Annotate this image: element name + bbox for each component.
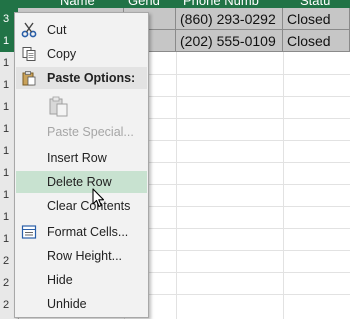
cell-phone[interactable]: (202) 555-0109 <box>176 30 283 52</box>
cell-phone[interactable]: (860) 293-0292 <box>176 8 283 30</box>
menu-item-label: Format Cells... <box>47 225 129 239</box>
menu-item-row-height[interactable]: Row Height... <box>16 245 147 267</box>
menu-item-copy[interactable]: Copy <box>16 43 147 65</box>
gridline <box>283 52 284 319</box>
context-menu: Cut Copy Paste Options: Paste Special...… <box>14 12 149 318</box>
menu-item-clear-contents[interactable]: Clear Contents <box>16 195 147 217</box>
format-cells-icon <box>21 225 37 239</box>
menu-item-label: Paste Special... <box>47 125 134 139</box>
menu-item-label: Unhide <box>47 297 87 311</box>
menu-item-cut[interactable]: Cut <box>16 19 147 41</box>
menu-item-label: Insert Row <box>47 151 107 165</box>
clipboard-icon <box>49 96 68 117</box>
paste-option-button[interactable] <box>16 91 147 119</box>
col-header-phone[interactable]: Phone Numb <box>183 0 259 8</box>
menu-item-format-cells[interactable]: Format Cells... <box>16 221 147 243</box>
menu-item-paste-special[interactable]: Paste Special... <box>16 121 147 143</box>
scissors-icon <box>21 22 37 38</box>
menu-item-label: Paste Options: <box>47 71 136 85</box>
col-header-status[interactable]: Statu <box>300 0 330 8</box>
cell-status[interactable]: Closed <box>283 8 350 30</box>
menu-item-label: Cut <box>47 23 67 37</box>
menu-item-label: Row Height... <box>47 249 123 263</box>
menu-item-paste-options: Paste Options: <box>16 67 147 89</box>
column-header-row <box>0 0 350 8</box>
menu-item-insert-row[interactable]: Insert Row <box>16 147 147 169</box>
mouse-cursor-icon <box>92 188 105 208</box>
gridline <box>176 52 177 319</box>
menu-item-label: Clear Contents <box>47 199 131 213</box>
menu-item-unhide[interactable]: Unhide <box>16 293 147 315</box>
copy-icon <box>22 47 36 61</box>
menu-item-delete-row[interactable]: Delete Row <box>16 171 147 193</box>
menu-item-label: Hide <box>47 273 73 287</box>
menu-item-hide[interactable]: Hide <box>16 269 147 291</box>
paste-icon <box>22 71 36 86</box>
cell-status[interactable]: Closed <box>283 30 350 52</box>
menu-item-label: Copy <box>47 47 77 61</box>
col-header-name[interactable]: Name <box>60 0 95 8</box>
col-header-gender[interactable]: Gend <box>128 0 160 8</box>
